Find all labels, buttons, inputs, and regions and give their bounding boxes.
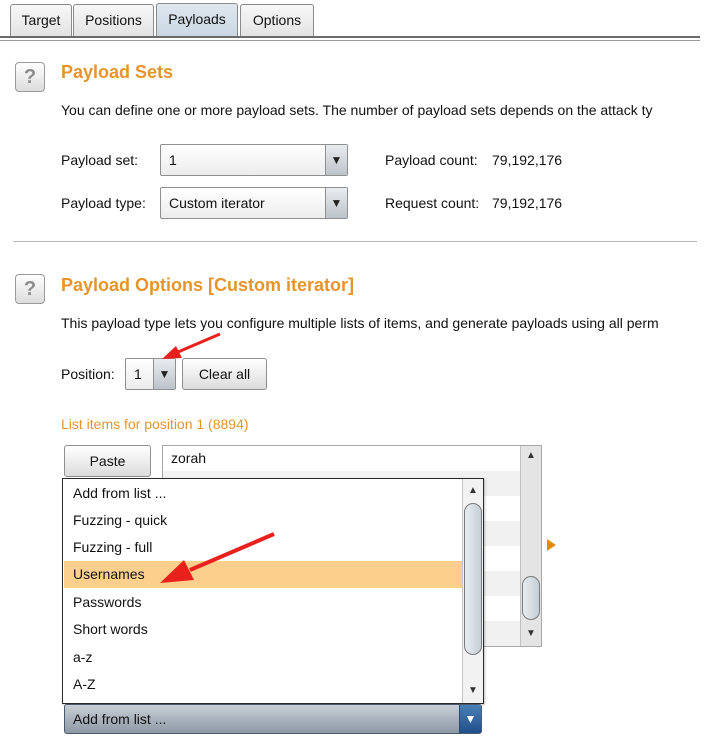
section-title-payload-sets: Payload Sets bbox=[61, 62, 174, 82]
payload-type-label: Payload type: bbox=[61, 195, 146, 211]
tab-positions[interactable]: Positions bbox=[73, 4, 154, 37]
scrollbar-thumb[interactable] bbox=[522, 576, 540, 620]
list-items-heading: List items for position 1 (8894) bbox=[61, 416, 249, 432]
payload-count-value: 79,192,176 bbox=[492, 152, 563, 168]
scrollbar-thumb[interactable] bbox=[464, 503, 482, 655]
tab-payloads[interactable]: Payloads bbox=[156, 3, 238, 38]
tab-label: Target bbox=[21, 12, 61, 28]
chevron-down-icon: ▼ bbox=[325, 145, 347, 175]
request-count-value: 79,192,176 bbox=[492, 195, 563, 211]
chevron-down-icon: ▼ bbox=[325, 188, 347, 218]
dropdown-item[interactable]: Add from list ... bbox=[64, 480, 462, 507]
payload-type-select[interactable]: Custom iterator ▼ bbox=[160, 187, 348, 219]
tab-underline-secondary bbox=[0, 40, 700, 41]
add-from-list-select[interactable]: Add from list ... ▼ bbox=[64, 704, 482, 734]
position-label: Position: bbox=[61, 366, 115, 382]
section-title-payload-options: Payload Options [Custom iterator] bbox=[61, 275, 355, 295]
tab-target[interactable]: Target bbox=[10, 4, 72, 37]
add-from-list-dropdown[interactable]: Add from list ... Fuzzing - quick Fuzzin… bbox=[62, 478, 484, 704]
payload-set-label: Payload set: bbox=[61, 152, 139, 168]
tab-options[interactable]: Options bbox=[240, 4, 314, 37]
position-value: 1 bbox=[134, 366, 142, 382]
payload-sets-description: You can define one or more payload sets.… bbox=[61, 102, 653, 118]
help-icon[interactable]: ? bbox=[15, 274, 45, 304]
paste-button[interactable]: Paste bbox=[64, 445, 151, 477]
chevron-down-icon: ▼ bbox=[459, 705, 481, 733]
tab-label: Options bbox=[252, 12, 302, 28]
annotation-arrow-icon bbox=[162, 332, 221, 359]
scroll-up-icon[interactable]: ▲ bbox=[463, 481, 483, 501]
dropdown-item[interactable]: Short words bbox=[64, 616, 462, 643]
scroll-up-icon[interactable]: ▲ bbox=[521, 446, 541, 466]
dropdown-item[interactable]: Passwords bbox=[64, 589, 462, 616]
payload-count-label: Payload count: bbox=[385, 152, 478, 168]
payload-type-value: Custom iterator bbox=[169, 195, 265, 211]
scroll-down-icon[interactable]: ▼ bbox=[521, 624, 541, 644]
expand-arrow-icon[interactable] bbox=[547, 539, 556, 551]
scroll-down-icon[interactable]: ▼ bbox=[463, 681, 483, 701]
dropdown-scrollbar[interactable]: ▲ ▼ bbox=[462, 479, 483, 703]
dropdown-item[interactable]: a-z bbox=[64, 644, 462, 671]
tab-label: Positions bbox=[85, 12, 142, 28]
request-count-label: Request count: bbox=[385, 195, 480, 211]
list-item[interactable]: zorah bbox=[163, 446, 521, 471]
add-from-list-value: Add from list ... bbox=[73, 711, 167, 727]
annotation-arrow-icon bbox=[160, 532, 275, 583]
dropdown-item[interactable]: A-Z bbox=[64, 671, 462, 698]
tab-bar: Target Positions Payloads Options bbox=[0, 0, 700, 41]
payload-set-value: 1 bbox=[169, 152, 177, 168]
tab-underline bbox=[0, 36, 700, 38]
payload-set-select[interactable]: 1 ▼ bbox=[160, 144, 348, 176]
tab-label: Payloads bbox=[168, 11, 226, 27]
section-divider bbox=[13, 241, 697, 242]
list-scrollbar[interactable]: ▲ ▼ bbox=[520, 446, 541, 646]
help-icon[interactable]: ? bbox=[15, 62, 45, 92]
